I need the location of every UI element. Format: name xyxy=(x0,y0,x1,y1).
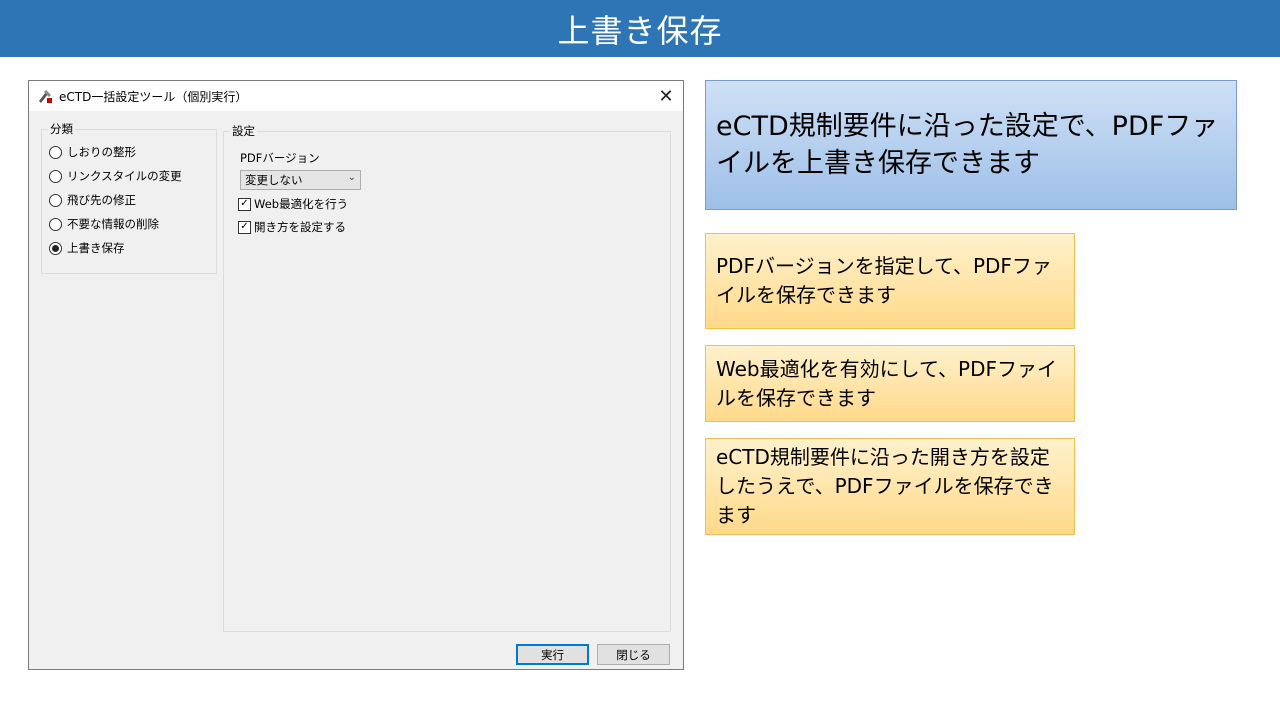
checkbox-open-settings[interactable]: ✓ 開き方を設定する xyxy=(238,219,346,235)
settings-dialog: eCTD一括設定ツール（個別実行） ✕ 分類 しおりの整形 リンクスタイルの変更… xyxy=(28,80,684,670)
chevron-down-icon: ⌄ xyxy=(347,172,356,183)
radio-link-target[interactable]: 飛び先の修正 xyxy=(49,192,136,208)
category-group-label: 分類 xyxy=(48,121,75,137)
callout-text: PDFバージョンを指定して、PDFファイルを保存できます xyxy=(716,254,1052,307)
radio-icon[interactable] xyxy=(49,193,62,207)
checkbox-label: 開き方を設定する xyxy=(254,220,346,234)
radio-label: 不要な情報の削除 xyxy=(67,217,159,231)
callout-web-optimize: Web最適化を有効にして、PDFファイルを保存できます xyxy=(705,345,1075,422)
callout-pdf-version: PDFバージョンを指定して、PDFファイルを保存できます xyxy=(705,233,1075,329)
settings-group: 設定 PDFバージョン 変更しない ⌄ ✓ Web最適化を行う ✓ 開き方を設定… xyxy=(223,123,671,632)
radio-icon[interactable] xyxy=(49,145,62,159)
close-button[interactable]: 閉じる xyxy=(597,644,670,665)
close-icon[interactable]: ✕ xyxy=(655,85,677,107)
pdf-version-value: 変更しない xyxy=(245,173,303,187)
main-callout: eCTD規制要件に沿った設定で、PDFファイルを上書き保存できます xyxy=(705,80,1237,210)
radio-bookmark-format[interactable]: しおりの整形 xyxy=(49,144,136,160)
checkmark-icon[interactable]: ✓ xyxy=(238,220,251,234)
radio-overwrite-save[interactable]: 上書き保存 xyxy=(49,240,125,256)
pdf-version-select[interactable]: 変更しない ⌄ xyxy=(240,170,361,190)
main-callout-text: eCTD規制要件に沿った設定で、PDFファイルを上書き保存できます xyxy=(716,111,1219,179)
radio-icon[interactable] xyxy=(49,169,62,183)
title-banner: 上書き保存 xyxy=(0,0,1280,57)
callout-text: eCTD規制要件に沿った開き方を設定したうえで、PDFファイルを保存できます xyxy=(716,445,1054,527)
run-button[interactable]: 実行 xyxy=(516,644,589,665)
checkmark-icon[interactable]: ✓ xyxy=(238,197,251,211)
tool-app-icon xyxy=(39,90,52,103)
radio-label: しおりの整形 xyxy=(67,145,136,159)
radio-remove-info[interactable]: 不要な情報の削除 xyxy=(49,216,159,232)
radio-link-style[interactable]: リンクスタイルの変更 xyxy=(49,168,182,184)
dialog-title: eCTD一括設定ツール（個別実行） xyxy=(59,89,248,104)
page-title: 上書き保存 xyxy=(557,11,723,50)
radio-icon[interactable] xyxy=(49,217,62,231)
dialog-titlebar: eCTD一括設定ツール（個別実行） ✕ xyxy=(29,81,683,111)
checkbox-label: Web最適化を行う xyxy=(254,197,349,211)
radio-label: 上書き保存 xyxy=(67,241,125,255)
callout-open-settings: eCTD規制要件に沿った開き方を設定したうえで、PDFファイルを保存できます xyxy=(705,438,1075,535)
radio-selected-icon[interactable] xyxy=(49,241,62,255)
category-group: 分類 しおりの整形 リンクスタイルの変更 飛び先の修正 不要な情報の削除 上書き… xyxy=(41,121,217,274)
callout-text: Web最適化を有効にして、PDFファイルを保存できます xyxy=(716,356,1057,410)
pdf-version-label: PDFバージョン xyxy=(240,151,320,165)
radio-label: 飛び先の修正 xyxy=(67,193,136,207)
settings-group-label: 設定 xyxy=(230,123,257,139)
radio-label: リンクスタイルの変更 xyxy=(67,169,182,183)
checkbox-web-optimize[interactable]: ✓ Web最適化を行う xyxy=(238,196,348,212)
